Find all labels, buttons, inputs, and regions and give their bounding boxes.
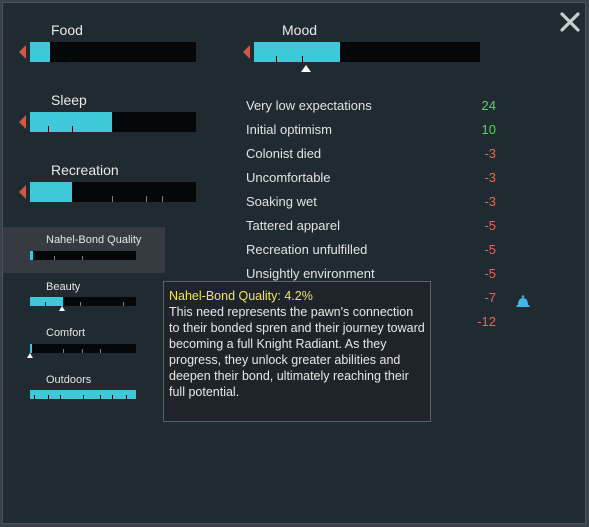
thought-row[interactable]: Colonist died -3 xyxy=(246,146,496,166)
bell-icon[interactable] xyxy=(515,293,531,309)
outdoors-bar-tick xyxy=(112,395,113,399)
recreation-bar-tick xyxy=(162,196,163,202)
bond-bar-fill xyxy=(30,251,33,260)
mood-bar-tick xyxy=(276,56,277,62)
bond-label: Nahel-Bond Quality xyxy=(46,234,142,246)
outdoors-bar-tick xyxy=(126,395,127,399)
sleep-bar-fill xyxy=(30,112,112,132)
comfort-bar-fill xyxy=(30,344,32,353)
bond-bar-tick xyxy=(54,256,55,260)
sleep-label: Sleep xyxy=(51,92,87,108)
thought-label: Recreation unfulfilled xyxy=(246,242,368,257)
thought-value: -3 xyxy=(484,194,496,209)
need-tooltip: Nahel-Bond Quality: 4.2% This need repre… xyxy=(163,281,431,422)
outdoors-bar-tick xyxy=(83,395,84,399)
beauty-label: Beauty xyxy=(46,281,81,293)
close-icon[interactable] xyxy=(557,9,583,35)
outdoors-bar-tick xyxy=(100,395,101,399)
beauty-bar-tick xyxy=(123,302,124,306)
sleep-bar xyxy=(30,112,196,132)
bond-bar-tick xyxy=(82,256,83,260)
tooltip-title: Nahel-Bond Quality: 4.2% xyxy=(169,289,313,303)
outdoors-bar-tick xyxy=(60,395,61,399)
food-bar-fill xyxy=(30,42,50,62)
beauty-bar-tick xyxy=(45,302,46,306)
beauty-bar[interactable] xyxy=(30,297,136,306)
thought-label: Tattered apparel xyxy=(246,218,340,233)
mood-bar-fill xyxy=(254,42,340,62)
outdoors-bar[interactable] xyxy=(30,390,136,399)
thought-label: Very low expectations xyxy=(246,98,372,113)
beauty-bar-tick xyxy=(80,302,81,306)
thought-label: Uncomfortable xyxy=(246,170,331,185)
thought-row[interactable]: Very low expectations 24 xyxy=(246,98,496,118)
food-label: Food xyxy=(51,22,83,38)
recreation-bar-fill xyxy=(30,182,72,202)
thought-value: -12 xyxy=(477,314,496,329)
tooltip-body: This need represents the pawn's connecti… xyxy=(169,305,425,399)
food-bar xyxy=(30,42,196,62)
thought-row[interactable]: Uncomfortable -3 xyxy=(246,170,496,190)
thought-value: -7 xyxy=(484,290,496,305)
arrow-left-icon xyxy=(19,115,26,129)
mood-bar xyxy=(254,42,480,62)
comfort-label: Comfort xyxy=(46,327,86,339)
comfort-threshold-marker xyxy=(27,353,33,358)
comfort-bar-tick xyxy=(100,349,101,353)
recreation-bar xyxy=(30,182,196,202)
thought-label: Soaking wet xyxy=(246,194,317,209)
thought-value: 10 xyxy=(481,122,496,137)
thought-label: Colonist died xyxy=(246,146,322,161)
thought-label: Unsightly environment xyxy=(246,266,375,281)
thought-value: -5 xyxy=(484,218,496,233)
sleep-bar-tick xyxy=(48,126,49,132)
thought-value: 24 xyxy=(481,98,496,113)
arrow-left-icon xyxy=(243,45,250,59)
beauty-threshold-marker xyxy=(59,306,65,311)
arrow-left-icon xyxy=(19,45,26,59)
thought-label: Initial optimism xyxy=(246,122,332,137)
recreation-bar-tick xyxy=(112,196,113,202)
thought-value: -5 xyxy=(484,266,496,281)
comfort-bar-tick xyxy=(63,349,64,353)
arrow-left-icon xyxy=(19,185,26,199)
recreation-label: Recreation xyxy=(51,162,119,178)
thought-value: -5 xyxy=(484,242,496,257)
thought-value: -3 xyxy=(484,146,496,161)
sleep-bar-tick xyxy=(72,126,73,132)
comfort-bar[interactable] xyxy=(30,344,136,353)
needs-window: Food Sleep Recreation Mood Nahel-Bond Qu… xyxy=(2,2,586,524)
mood-threshold-marker xyxy=(301,65,311,72)
thought-row[interactable]: Initial optimism 10 xyxy=(246,122,496,142)
thought-row[interactable]: Tattered apparel -5 xyxy=(246,218,496,238)
thought-row[interactable]: Recreation unfulfilled -5 xyxy=(246,242,496,262)
mood-label: Mood xyxy=(282,22,318,38)
outdoors-bar-tick xyxy=(34,395,35,399)
mood-bar-tick xyxy=(302,56,303,62)
food-bar-tick xyxy=(70,56,71,62)
recreation-bar-tick xyxy=(146,196,147,202)
outdoors-bar-tick xyxy=(48,395,49,399)
comfort-bar-tick xyxy=(82,349,83,353)
bond-bar[interactable] xyxy=(30,251,136,260)
outdoors-label: Outdoors xyxy=(46,374,92,386)
beauty-bar-fill xyxy=(30,297,63,306)
thought-value: -3 xyxy=(484,170,496,185)
thought-row[interactable]: Soaking wet -3 xyxy=(246,194,496,214)
